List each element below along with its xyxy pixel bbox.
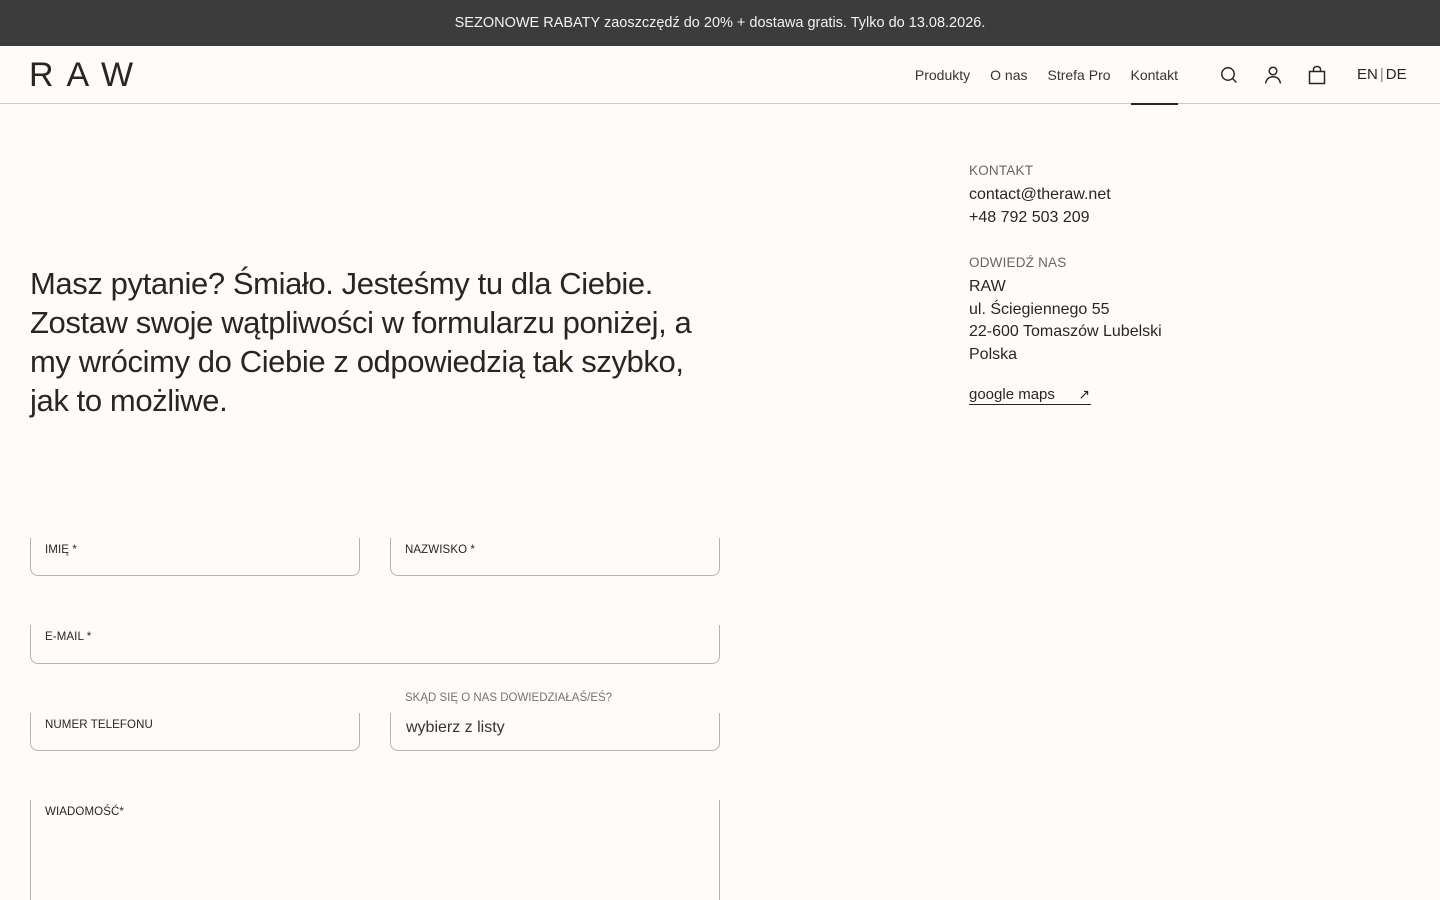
address-line: Polska [969,345,1018,363]
phone-field[interactable]: NUMER TELEFONU [30,713,360,751]
first-name-label: IMIĘ * [45,544,77,556]
last-name-input[interactable] [405,558,705,569]
account-icon[interactable] [1262,64,1284,86]
search-icon[interactable] [1218,64,1240,86]
contact-phone[interactable]: +48 792 503 209 [969,207,1269,230]
message-field[interactable]: WIADOMOŚĆ* [30,800,720,900]
external-arrow-icon: ↗ [1078,386,1090,402]
cart-icon[interactable] [1306,64,1328,86]
first-name-field[interactable]: IMIĘ * [30,538,360,576]
main-nav: Produkty O nas Strefa Pro Kontakt [895,46,1179,105]
promo-text: SEZONOWE RABATY zaoszczędź do 20% + dost… [454,15,986,31]
google-maps-link[interactable]: google maps ↗ [969,386,1091,405]
contact-block: KONTAKT contact@theraw.net +48 792 503 2… [969,163,1269,229]
nav-item-kontakt[interactable]: Kontakt [1130,46,1179,105]
source-select[interactable]: wybierz z listy [390,713,720,751]
page-heading: Masz pytanie? Śmiało. Jesteśmy tu dla Ci… [30,266,692,418]
contact-email[interactable]: contact@theraw.net [969,184,1269,207]
source-select-label: SKĄD SIĘ O NAS DOWIEDZIAŁAŚ/EŚ? [405,692,613,704]
nav-item-strefa-pro[interactable]: Strefa Pro [1047,46,1110,104]
phone-input[interactable] [45,733,345,744]
message-label: WIADOMOŚĆ* [45,806,124,818]
google-maps-label: google maps [969,386,1055,403]
address-line: 22-600 Tomaszów Lubelski [969,323,1162,340]
contact-label: KONTAKT [969,163,1034,178]
email-input[interactable] [45,645,705,657]
header-icons [1218,64,1350,86]
visit-block: ODWIEDŹ NAS RAW ul. Ściegiennego 55 22-6… [969,255,1269,405]
last-name-field[interactable]: NAZWISKO * [390,538,720,576]
language-switcher: EN | DE [1357,64,1407,86]
address-line: ul. Ściegiennego 55 [969,300,1110,318]
phone-label: NUMER TELEFONU [45,719,153,731]
source-select-value: wybierz z listy [406,719,505,736]
email-label: E-MAIL * [45,631,92,643]
first-name-input[interactable] [45,558,345,569]
lang-de[interactable]: DE [1386,66,1407,83]
lang-separator: | [1379,66,1384,83]
contact-sidebar: KONTAKT contact@theraw.net +48 792 503 2… [969,163,1269,431]
promo-banner: SEZONOWE RABATY zaoszczędź do 20% + dost… [0,0,1440,46]
logo[interactable]: RAW [29,55,146,95]
nav-item-produkty[interactable]: Produkty [915,46,970,104]
last-name-label: NAZWISKO * [405,544,476,556]
address-line: RAW [969,278,1006,295]
nav-item-o-nas[interactable]: O nas [990,46,1027,104]
visit-label: ODWIEDŹ NAS [969,255,1067,270]
message-textarea[interactable] [45,820,705,894]
lang-en[interactable]: EN [1357,66,1378,83]
site-header: RAW Produkty O nas Strefa Pro Kontakt EN… [0,46,1440,105]
email-field[interactable]: E-MAIL * [30,625,720,664]
